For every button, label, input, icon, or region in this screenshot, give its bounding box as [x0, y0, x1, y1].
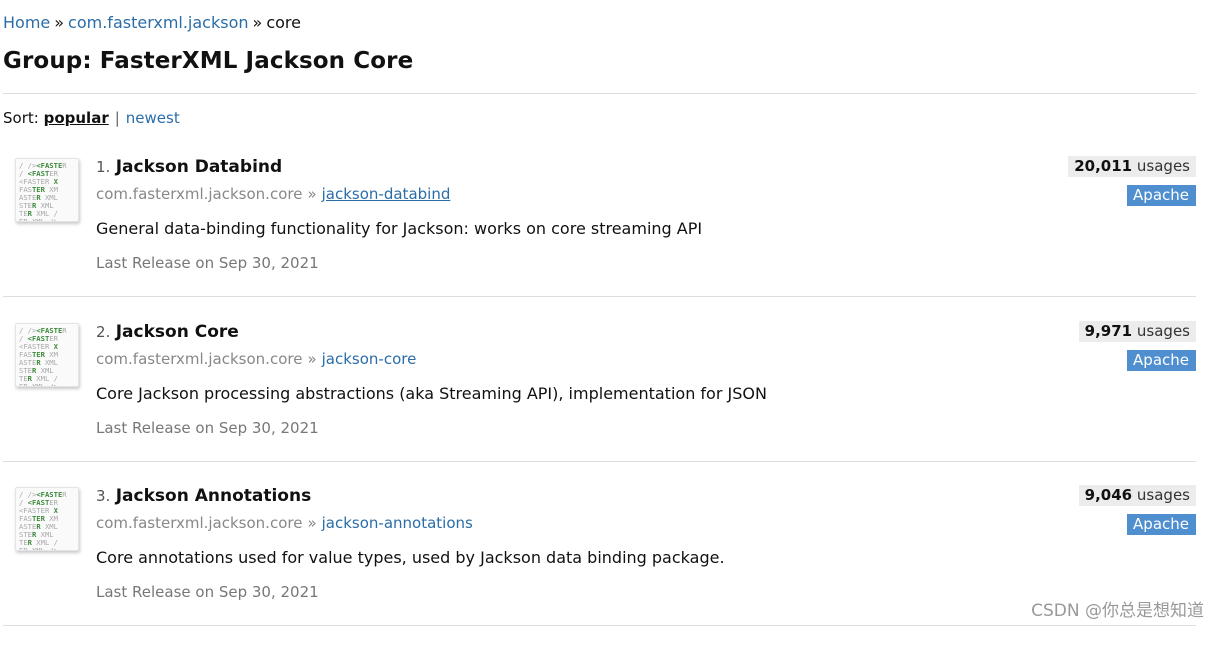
item-coordinate-separator: »: [307, 185, 317, 203]
fasterxml-logo-icon[interactable]: / /><FASTER / <FASTER <FASTER X FASTER XM AS…: [15, 158, 79, 222]
sort-newest-link[interactable]: newest: [126, 109, 180, 127]
item-coordinate-separator: »: [307, 514, 317, 532]
usages-badge[interactable]: 9,046 usages: [1078, 485, 1196, 506]
list-item: / /><FASTER / <FASTER <FASTER X FASTER XM AS…: [0, 321, 1218, 483]
breadcrumb-group-link[interactable]: com.fasterxml.jackson: [68, 13, 248, 32]
item-title: 3. Jackson Annotations: [96, 486, 311, 506]
breadcrumb-separator: »: [252, 13, 263, 32]
item-title: 1. Jackson Databind: [96, 157, 282, 177]
header-divider: [3, 93, 1196, 94]
item-coordinate-separator: »: [307, 350, 317, 368]
item-coordinates: com.fasterxml.jackson.core » jackson-core: [96, 350, 416, 368]
item-number: 1.: [96, 158, 111, 176]
usages-label: usages: [1136, 322, 1190, 340]
breadcrumb-separator: »: [54, 13, 65, 32]
page-title: Group: FasterXML Jackson Core: [3, 48, 414, 74]
watermark: CSDN @你总是想知道: [1031, 601, 1204, 621]
item-coordinates: com.fasterxml.jackson.core » jackson-annot…: [96, 514, 473, 532]
sort-popular-link[interactable]: popular: [44, 109, 109, 127]
item-group-link[interactable]: com.fasterxml.jackson.core: [96, 350, 302, 368]
item-number: 2.: [96, 323, 111, 341]
item-divider: [3, 625, 1196, 626]
sort-label: Sort:: [3, 109, 39, 127]
item-title: 2. Jackson Core: [96, 322, 239, 342]
list-item: / /><FASTER / <FASTER <FASTER X FASTER XM AS…: [0, 156, 1218, 318]
item-title-link[interactable]: Jackson Core: [116, 322, 239, 342]
breadcrumb-home-link[interactable]: Home: [3, 13, 50, 32]
usages-label: usages: [1136, 486, 1190, 504]
sort-separator: |: [114, 109, 120, 127]
item-artifact-link[interactable]: jackson-annotations: [322, 514, 473, 532]
item-group-link[interactable]: com.fasterxml.jackson.core: [96, 514, 302, 532]
usages-label: usages: [1136, 157, 1190, 175]
item-divider: [3, 296, 1196, 297]
usages-badge[interactable]: 20,011 usages: [1068, 156, 1196, 177]
item-release: Last Release on Sep 30, 2021: [96, 583, 319, 601]
usages-count: 20,011: [1074, 157, 1133, 175]
fasterxml-logo-icon[interactable]: / /><FASTER / <FASTER <FASTER X FASTER XM AS…: [15, 323, 79, 387]
item-coordinates: com.fasterxml.jackson.core » jackson-datab…: [96, 185, 450, 203]
item-description: Core annotations used for value types, u…: [96, 548, 725, 567]
item-number: 3.: [96, 487, 111, 505]
item-title-link[interactable]: Jackson Databind: [116, 157, 282, 177]
item-group-link[interactable]: com.fasterxml.jackson.core: [96, 185, 302, 203]
sort-bar: Sort: popular | newest: [3, 109, 180, 127]
item-description: General data-binding functionality for J…: [96, 219, 703, 238]
usages-count: 9,046: [1084, 486, 1133, 504]
usages-count: 9,971: [1084, 322, 1133, 340]
item-title-link[interactable]: Jackson Annotations: [116, 486, 312, 506]
license-badge[interactable]: Apache: [1127, 185, 1196, 206]
list-item: / /><FASTER / <FASTER <FASTER X FASTER XM AS…: [0, 485, 1218, 647]
item-release: Last Release on Sep 30, 2021: [96, 254, 319, 272]
breadcrumb-current: core: [266, 13, 301, 32]
fasterxml-logo-icon[interactable]: / /><FASTER / <FASTER <FASTER X FASTER XM AS…: [15, 487, 79, 551]
item-description: Core Jackson processing abstractions (ak…: [96, 384, 767, 403]
item-artifact-link[interactable]: jackson-core: [322, 350, 417, 368]
item-divider: [3, 461, 1196, 462]
license-badge[interactable]: Apache: [1127, 350, 1196, 371]
breadcrumb: Home» com.fasterxml.jackson» core: [3, 13, 301, 32]
item-release: Last Release on Sep 30, 2021: [96, 419, 319, 437]
usages-badge[interactable]: 9,971 usages: [1078, 321, 1196, 342]
license-badge[interactable]: Apache: [1127, 514, 1196, 535]
item-artifact-link[interactable]: jackson-databind: [322, 185, 451, 203]
